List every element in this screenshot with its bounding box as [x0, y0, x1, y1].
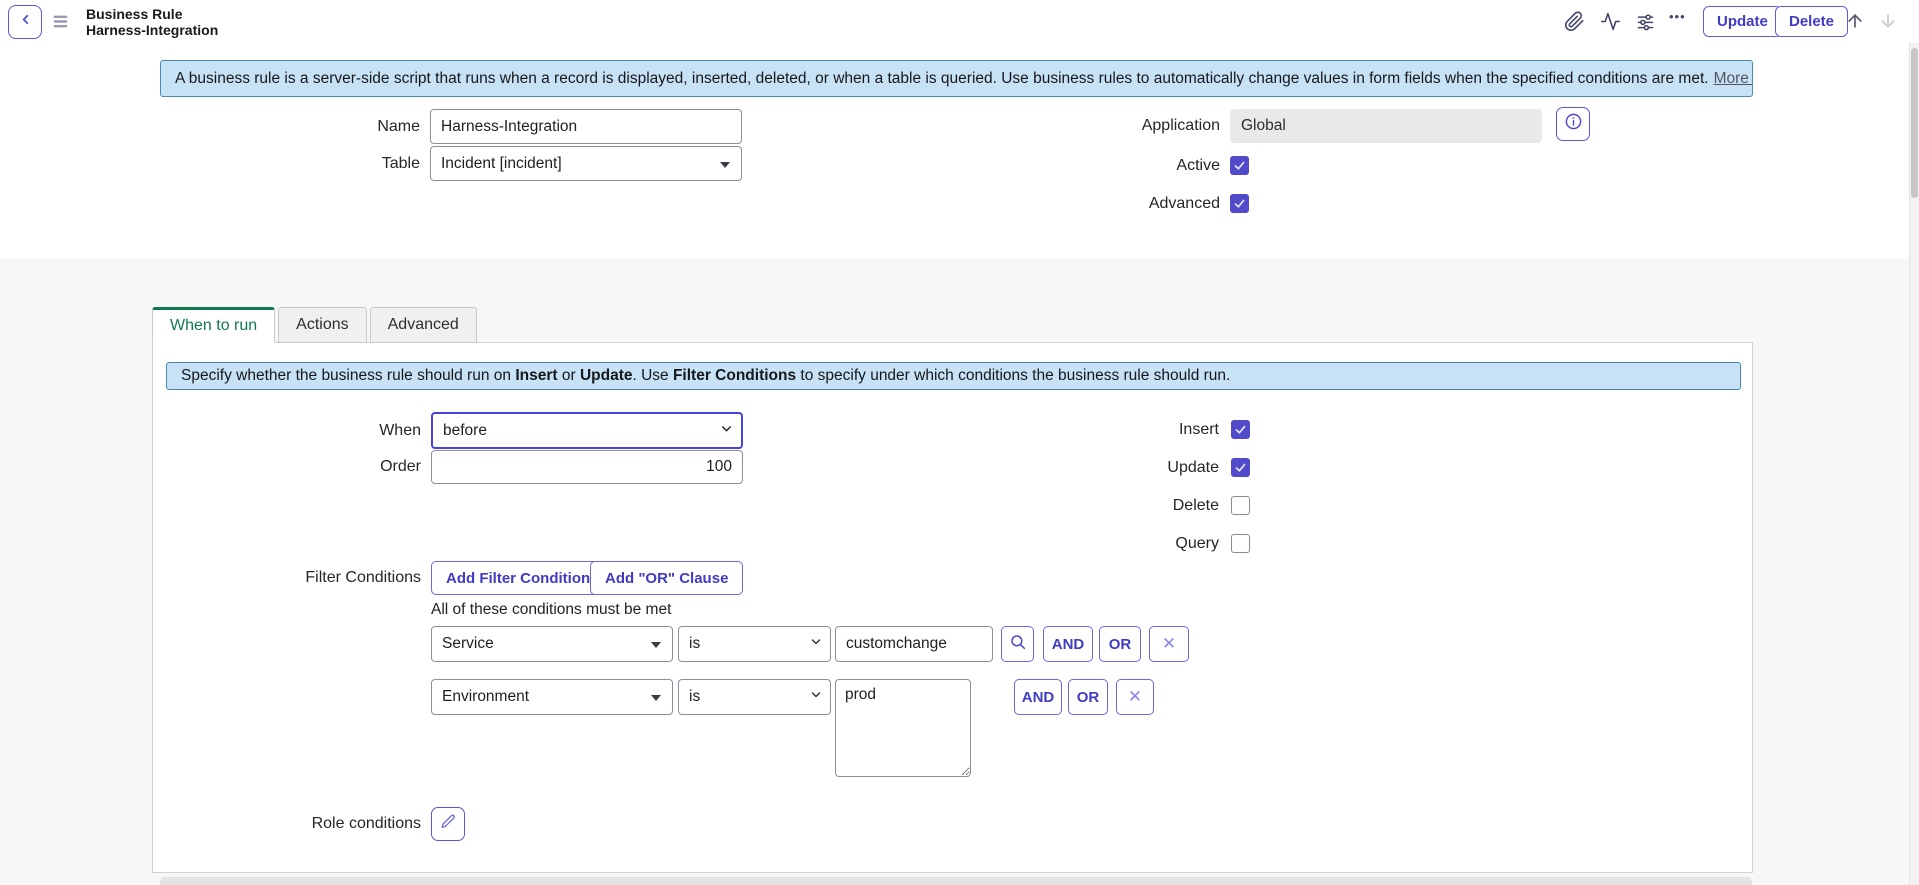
check-icon [1234, 423, 1247, 436]
table-label: Table [200, 146, 420, 181]
caret-down-icon [720, 162, 730, 168]
instruction-text: Specify whether the business rule should… [181, 367, 1230, 385]
check-icon [1234, 461, 1247, 474]
insert-label: Insert [1049, 420, 1219, 439]
application-field: Global [1230, 109, 1542, 143]
active-label: Active [1000, 156, 1220, 175]
condition-and-button[interactable]: AND [1014, 679, 1062, 715]
condition-field-value: Environment [442, 688, 529, 706]
condition-operator-value: is [689, 688, 700, 706]
condition-field-value: Service [442, 635, 494, 653]
condition-value-input[interactable] [835, 626, 993, 662]
name-input[interactable] [430, 109, 742, 144]
update-checkbox[interactable] [1231, 458, 1250, 477]
context-menu-icon[interactable] [52, 14, 69, 34]
chevron-down-icon [809, 635, 823, 654]
pencil-icon [440, 813, 457, 835]
table-select-value: Incident [incident] [441, 155, 562, 173]
condition-search-button[interactable] [1001, 626, 1034, 662]
condition-and-button[interactable]: AND [1043, 626, 1093, 662]
role-conditions-label: Role conditions [201, 807, 421, 841]
form-tabs: When to run Actions Advanced [152, 307, 480, 343]
tab-actions[interactable]: Actions [278, 307, 366, 343]
query-checkbox[interactable] [1231, 534, 1250, 553]
tab-when-to-run[interactable]: When to run [152, 307, 275, 343]
back-button[interactable] [8, 5, 42, 39]
name-label: Name [200, 109, 420, 144]
delete-label: Delete [1049, 496, 1219, 515]
condition-operator-select[interactable]: is [678, 626, 831, 662]
insert-checkbox[interactable] [1231, 420, 1250, 439]
condition-or-button[interactable]: OR [1099, 626, 1141, 662]
condition-operator-select[interactable]: is [678, 679, 831, 715]
advanced-checkbox[interactable] [1230, 194, 1249, 213]
when-to-run-panel: Specify whether the business rule should… [152, 342, 1753, 873]
update-button[interactable]: Update [1703, 6, 1782, 37]
header-bar: Business Rule Harness-Integration ••• Up… [0, 0, 1919, 43]
tab-instruction-banner: Specify whether the business rule should… [166, 362, 1741, 390]
record-name-title: Harness-Integration [86, 22, 218, 38]
info-banner: A business rule is a server-side script … [160, 60, 1753, 97]
caret-down-icon [651, 695, 661, 701]
add-or-clause-button[interactable]: Add "OR" Clause [590, 561, 743, 595]
sliders-icon[interactable] [1635, 11, 1656, 32]
record-type-title: Business Rule [86, 6, 218, 22]
condition-operator-value: is [689, 635, 700, 653]
edit-role-conditions-button[interactable] [431, 807, 465, 841]
condition-match-text: All of these conditions must be met [431, 601, 671, 619]
activity-icon[interactable] [1600, 11, 1621, 32]
scrollbar-thumb[interactable] [1911, 48, 1918, 198]
condition-remove-button[interactable]: ✕ [1149, 626, 1189, 662]
close-icon: ✕ [1162, 634, 1176, 654]
attachment-icon[interactable] [1564, 11, 1585, 32]
when-select-value: before [443, 422, 487, 440]
chevron-down-icon [809, 688, 823, 707]
more-info-link[interactable]: More Info [1714, 70, 1753, 88]
active-checkbox[interactable] [1230, 156, 1249, 175]
when-select[interactable]: before [431, 412, 743, 449]
query-label: Query [1049, 534, 1219, 553]
when-label: When [201, 412, 421, 449]
next-section-partial [160, 877, 1752, 885]
page-title: Business Rule Harness-Integration [86, 6, 218, 38]
chevron-down-icon [719, 421, 734, 441]
application-label: Application [1000, 109, 1220, 143]
update-label: Update [1049, 458, 1219, 477]
next-record-icon[interactable] [1878, 11, 1898, 31]
check-icon [1233, 197, 1246, 210]
condition-value-textarea[interactable]: prod [835, 679, 971, 777]
previous-record-icon[interactable] [1845, 11, 1865, 31]
application-info-button[interactable] [1556, 107, 1590, 141]
close-icon: ✕ [1128, 687, 1142, 707]
application-value: Global [1241, 117, 1286, 135]
info-banner-text: A business rule is a server-side script … [175, 70, 1709, 88]
condition-field-select[interactable]: Environment [431, 679, 673, 715]
search-icon [1009, 633, 1027, 655]
condition-remove-button[interactable]: ✕ [1116, 679, 1154, 715]
condition-or-button[interactable]: OR [1068, 679, 1108, 715]
caret-down-icon [651, 642, 661, 648]
condition-field-select[interactable]: Service [431, 626, 673, 662]
advanced-label: Advanced [1000, 194, 1220, 213]
business-rule-form-page: Business Rule Harness-Integration ••• Up… [0, 0, 1919, 885]
filter-conditions-label: Filter Conditions [201, 561, 421, 595]
tab-advanced[interactable]: Advanced [370, 307, 477, 343]
check-icon [1233, 159, 1246, 172]
chevron-left-icon [18, 12, 33, 32]
delete-button[interactable]: Delete [1775, 6, 1848, 37]
add-filter-condition-button[interactable]: Add Filter Condition [431, 561, 605, 595]
order-label: Order [201, 450, 421, 484]
delete-checkbox[interactable] [1231, 496, 1250, 515]
info-icon [1564, 112, 1583, 136]
more-actions-icon[interactable]: ••• [1669, 9, 1690, 30]
table-select[interactable]: Incident [incident] [430, 146, 742, 181]
order-input[interactable] [431, 450, 743, 484]
